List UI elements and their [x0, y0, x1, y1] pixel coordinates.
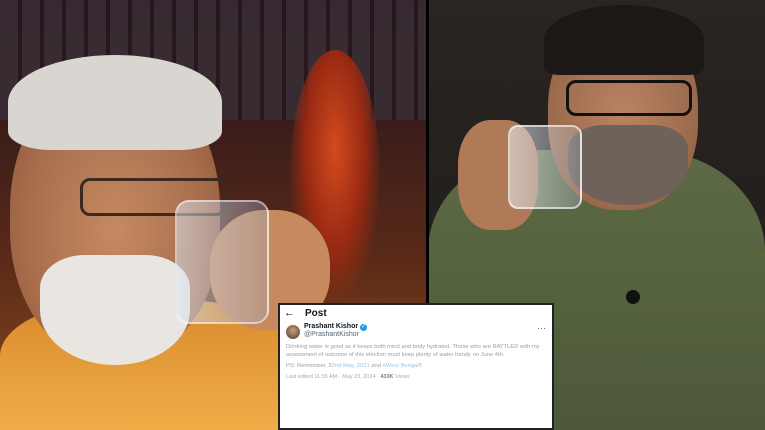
ps-prefix: PS: Remember, 2 [286, 363, 332, 369]
left-person-beard [40, 255, 190, 365]
tweet-topbar: ← Post [280, 305, 552, 321]
avatar[interactable] [286, 325, 300, 339]
tweet-header: Prashant Kishor ✓ @PrashantKishor ⋯ [280, 321, 552, 339]
ps-suffix: !! [418, 363, 422, 369]
right-person-beard [568, 125, 688, 205]
tweet-topbar-title: Post [305, 307, 327, 319]
right-water-glass [508, 125, 582, 209]
right-person-hair [544, 5, 704, 75]
verified-badge-icon: ✓ [360, 324, 368, 331]
ps-link-date[interactable]: 2nd May, 2021 [332, 363, 370, 369]
author-name[interactable]: Prashant Kishor [304, 323, 358, 331]
views-count: 433K [380, 374, 394, 380]
tweet-meta: Last edited 11:55 AM · May 23, 2024 · 43… [280, 370, 552, 380]
left-water-glass [175, 200, 269, 324]
last-edited[interactable]: Last edited 11:55 AM · May 23, 2024 · [286, 374, 379, 380]
tweet-body-text: Drinking water is good as it keeps both … [286, 344, 540, 358]
more-icon[interactable]: ⋯ [537, 323, 546, 334]
tweet-card: ← Post Prashant Kishor ✓ @PrashantKishor … [278, 303, 554, 430]
arrow-left-icon[interactable]: ← [284, 307, 295, 319]
tweet-ps-line: PS: Remember, 22nd May, 2021 and #West B… [286, 362, 546, 370]
ps-mid: and [369, 363, 383, 369]
author-handle[interactable]: @PrashantKishor [304, 331, 359, 338]
left-person-hair [8, 55, 222, 150]
tweet-text: Drinking water is good as it keeps both … [280, 339, 552, 370]
lapel-microphone [626, 290, 640, 304]
right-person-glasses [566, 80, 692, 116]
ps-link-hashtag[interactable]: #West Bengal [383, 363, 419, 369]
views-label: Views [395, 374, 410, 380]
author-block: Prashant Kishor ✓ @PrashantKishor [304, 323, 368, 339]
